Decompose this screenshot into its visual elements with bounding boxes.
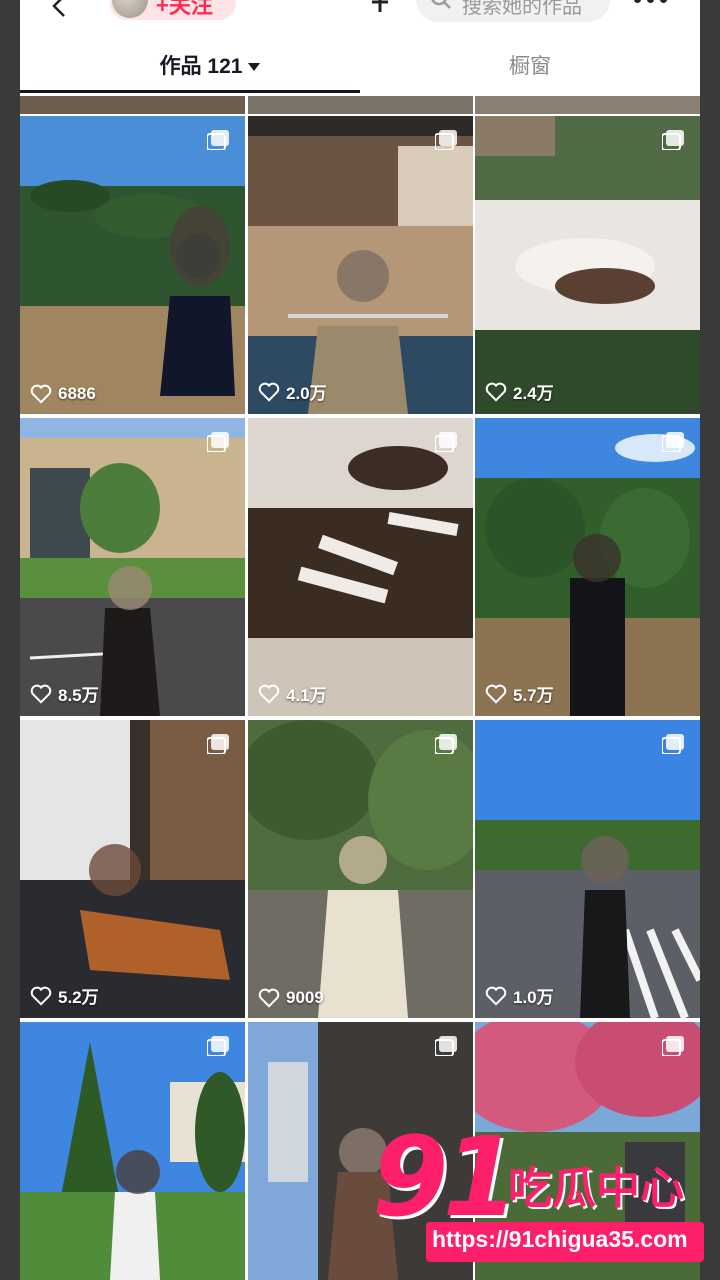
multi-image-icon xyxy=(207,130,229,150)
tab-showcase[interactable]: 橱窗 xyxy=(460,50,600,86)
grid-item[interactable] xyxy=(20,1022,245,1280)
multi-image-icon xyxy=(435,1036,457,1056)
right-frame xyxy=(700,0,720,1280)
photo-garden xyxy=(20,116,245,414)
works-grid: 6886 2.0万 2.4万 8.5万 4.1万 5.7万 5.2万 9009 … xyxy=(20,96,700,1280)
grid-item-partial[interactable] xyxy=(20,96,245,114)
photo-park xyxy=(475,418,700,716)
photo-sofa xyxy=(20,720,245,1018)
grid-item[interactable]: 9009 xyxy=(248,720,473,1018)
search-input[interactable]: 搜索她的作品 xyxy=(416,0,610,22)
top-bar: +关注 搜索她的作品 xyxy=(20,0,700,28)
search-icon xyxy=(431,0,451,9)
heart-icon xyxy=(258,988,280,1008)
watermark-text: 吃瓜中心 xyxy=(508,1164,684,1213)
like-count: 2.4万 xyxy=(485,379,554,404)
multi-image-icon xyxy=(662,130,684,150)
multi-image-icon xyxy=(662,432,684,452)
multi-image-icon xyxy=(662,1036,684,1056)
grid-item-partial[interactable] xyxy=(248,96,473,114)
grid-item[interactable]: 6886 xyxy=(20,116,245,414)
watermark-url: https://91chigua35.com xyxy=(432,1226,688,1252)
follow-label: +关注 xyxy=(156,0,213,18)
photo-forest-path xyxy=(248,720,473,1018)
multi-image-icon xyxy=(662,734,684,754)
like-count: 5.2万 xyxy=(30,983,99,1008)
like-count-text: 5.2万 xyxy=(58,988,99,1007)
like-count: 5.7万 xyxy=(485,681,554,706)
tab-showcase-label: 橱窗 xyxy=(509,55,551,78)
photo-collage-table xyxy=(248,418,473,716)
grid-item[interactable]: 2.4万 xyxy=(475,116,700,414)
caret-down-icon xyxy=(248,63,261,72)
tab-works[interactable]: 作品 121 xyxy=(130,50,290,86)
more-icon[interactable] xyxy=(634,0,670,6)
like-count: 2.0万 xyxy=(258,379,327,404)
photo-villa-garden xyxy=(20,1022,245,1280)
like-count-text: 9009 xyxy=(286,988,324,1007)
like-count: 4.1万 xyxy=(258,681,327,706)
heart-icon xyxy=(258,382,280,402)
multi-image-icon xyxy=(435,734,457,754)
like-count: 1.0万 xyxy=(485,983,554,1008)
grid-item[interactable]: 8.5万 xyxy=(20,418,245,716)
profile-screen: +关注 搜索她的作品 作品 121 橱窗 6886 2.0万 2.4万 8.5万… xyxy=(20,0,700,1280)
photo-collage-bed xyxy=(475,116,700,414)
photo-building xyxy=(20,418,245,716)
active-tab-indicator xyxy=(20,90,360,93)
grid-item-partial[interactable] xyxy=(475,96,700,114)
like-count-text: 2.0万 xyxy=(286,384,327,403)
photo-street xyxy=(475,720,700,1018)
left-frame xyxy=(0,0,20,1280)
multi-image-icon xyxy=(207,734,229,754)
like-count-text: 4.1万 xyxy=(286,686,327,705)
multi-image-icon xyxy=(207,1036,229,1056)
heart-icon xyxy=(485,684,507,704)
multi-image-icon xyxy=(435,432,457,452)
back-arrow-icon[interactable] xyxy=(48,0,72,18)
heart-icon xyxy=(258,684,280,704)
like-count-text: 1.0万 xyxy=(513,988,554,1007)
grid-item[interactable]: 2.0万 xyxy=(248,116,473,414)
watermark: 91 吃瓜中心 https://91chigua35.com xyxy=(368,1113,704,1272)
grid-item[interactable]: 1.0万 xyxy=(475,720,700,1018)
tab-works-label: 作品 121 xyxy=(159,55,243,78)
like-count: 8.5万 xyxy=(30,681,99,706)
grid-item[interactable]: 5.7万 xyxy=(475,418,700,716)
like-count-text: 2.4万 xyxy=(513,384,554,403)
heart-icon xyxy=(485,382,507,402)
share-icon[interactable] xyxy=(366,0,394,16)
grid-item[interactable]: 5.2万 xyxy=(20,720,245,1018)
multi-image-icon xyxy=(435,130,457,150)
like-count-text: 8.5万 xyxy=(58,686,99,705)
search-placeholder: 搜索她的作品 xyxy=(462,0,582,18)
heart-icon xyxy=(30,384,52,404)
heart-icon xyxy=(30,986,52,1006)
photo-interior xyxy=(248,116,473,414)
watermark-number: 91 xyxy=(372,1113,519,1241)
grid-item[interactable]: 4.1万 xyxy=(248,418,473,716)
heart-icon xyxy=(485,986,507,1006)
like-count: 6886 xyxy=(30,384,96,404)
profile-tabs: 作品 121 橱窗 xyxy=(20,36,700,94)
like-count-text: 5.7万 xyxy=(513,686,554,705)
like-count-text: 6886 xyxy=(58,384,96,403)
multi-image-icon xyxy=(207,432,229,452)
heart-icon xyxy=(30,684,52,704)
like-count: 9009 xyxy=(258,988,324,1008)
